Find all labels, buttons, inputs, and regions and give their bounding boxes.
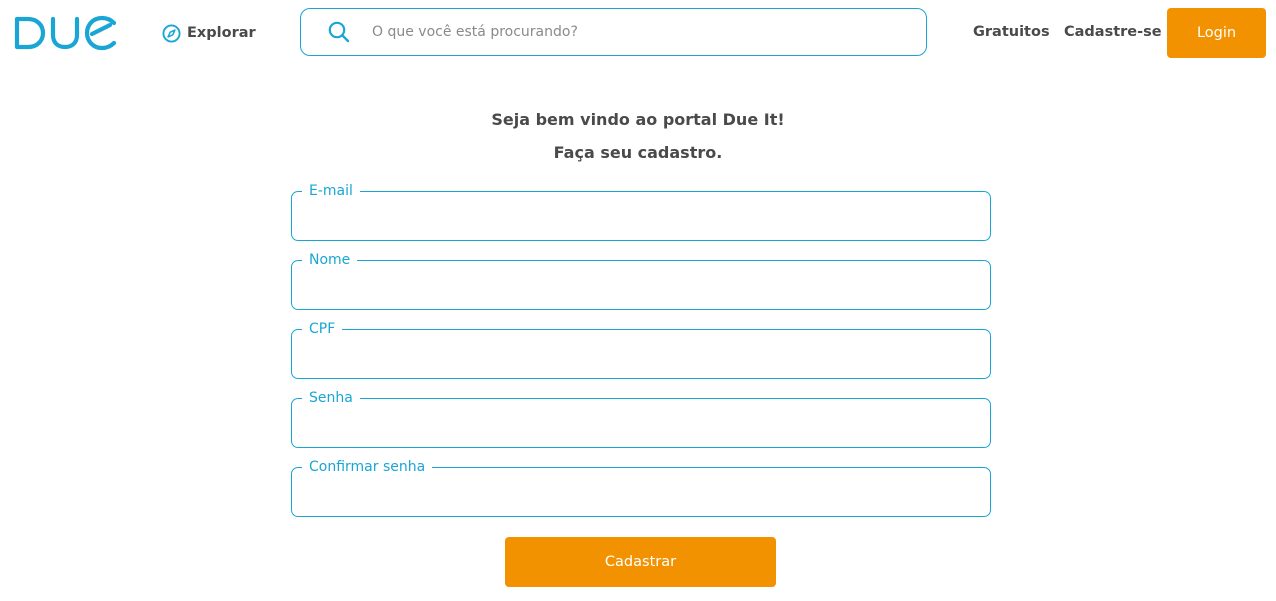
explore-link[interactable]: Explorar: [162, 23, 256, 43]
signup-submit-button[interactable]: Cadastrar: [505, 537, 776, 587]
confirm-password-input[interactable]: [308, 482, 972, 508]
email-field[interactable]: E-mail: [291, 182, 991, 241]
password-input[interactable]: [308, 413, 972, 439]
password-field-label: Senha: [302, 389, 360, 407]
explore-label: Explorar: [187, 25, 256, 41]
name-field-label: Nome: [302, 251, 358, 269]
login-button[interactable]: Login: [1167, 8, 1266, 58]
search-input[interactable]: [370, 23, 894, 41]
password-field[interactable]: Senha: [291, 389, 991, 448]
name-field[interactable]: Nome: [291, 251, 991, 310]
search-icon[interactable]: [328, 21, 350, 43]
cpf-input[interactable]: [308, 344, 972, 370]
cpf-field[interactable]: CPF: [291, 320, 991, 379]
confirm-password-field[interactable]: Confirmar senha: [291, 458, 991, 517]
email-input[interactable]: [308, 206, 972, 232]
signup-subtitle: Faça seu cadastro.: [553, 143, 723, 162]
cpf-field-label: CPF: [302, 320, 343, 338]
due-logo[interactable]: [14, 15, 118, 51]
welcome-heading: Seja bem vindo ao portal Due It!: [491, 110, 785, 129]
nav-signup-link[interactable]: Cadastre-se: [1064, 24, 1162, 40]
name-input[interactable]: [308, 275, 972, 301]
confirm-password-field-label: Confirmar senha: [302, 458, 433, 476]
email-field-label: E-mail: [302, 182, 360, 200]
nav-free-link[interactable]: Gratuitos: [973, 24, 1050, 40]
compass-icon: [162, 23, 181, 43]
search-bar[interactable]: [300, 8, 927, 56]
